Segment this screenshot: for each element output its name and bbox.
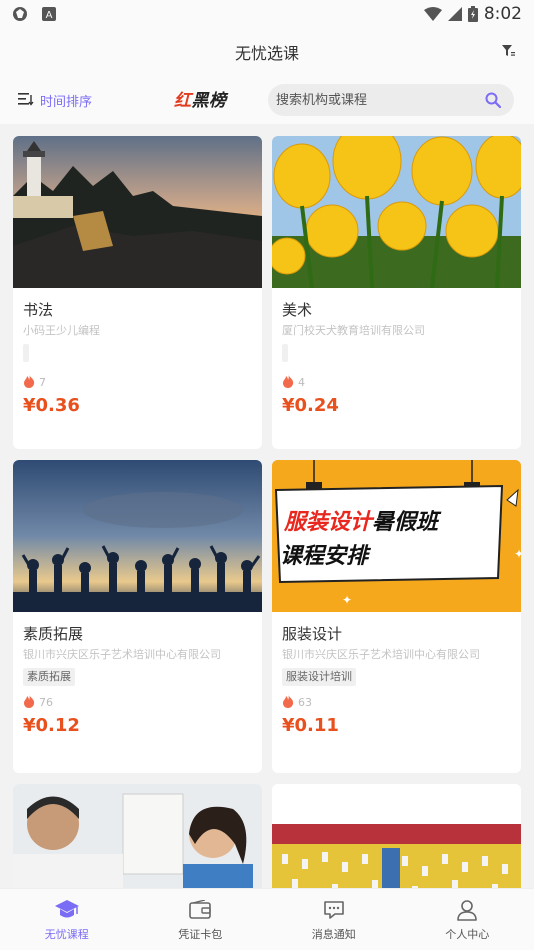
course-org: 银川市兴庆区乐子艺术培训中心有限公司 — [282, 648, 480, 661]
search-input[interactable] — [276, 84, 484, 116]
course-org: 银川市兴庆区乐子艺术培训中心有限公司 — [23, 648, 221, 661]
sort-label: 时间排序 — [40, 94, 93, 110]
fire-icon — [23, 373, 35, 392]
nav-item-courses[interactable]: 无忧课程 — [0, 889, 134, 950]
course-image-child-drawing — [13, 784, 262, 888]
heat-count: 4 — [298, 375, 305, 389]
bottom-nav: 无忧课程 凭证卡包 消息通知 个人中心 — [0, 888, 534, 950]
course-card[interactable] — [13, 784, 262, 888]
course-price: ¥0.24 — [282, 395, 339, 416]
course-title: 美术 — [282, 301, 313, 319]
heat-count: 76 — [39, 695, 53, 709]
course-tag: 素质拓展 — [23, 668, 75, 686]
nav-item-profile[interactable]: 个人中心 — [401, 889, 534, 950]
course-title: 服装设计 — [282, 625, 343, 643]
course-tag — [23, 344, 29, 362]
course-image-silhouettes — [13, 460, 262, 612]
svg-text:A: A — [46, 10, 53, 21]
toolbar: 时间排序 红黑榜 — [0, 76, 534, 124]
course-price: ¥0.11 — [282, 715, 339, 736]
status-time: 8:02 — [483, 4, 522, 24]
wallet-icon — [187, 898, 213, 922]
page-title: 无忧选课 — [234, 44, 299, 63]
course-card[interactable]: ✦ ✦ 服装设计暑假班 课程安排 服装设计 银川市兴庆区乐子艺术培训中心有限公司… — [272, 460, 521, 773]
user-icon — [454, 898, 480, 922]
heat-indicator: 4 — [282, 373, 511, 392]
wifi-icon — [423, 7, 442, 21]
sort-icon — [18, 91, 34, 110]
course-tag: 服装设计培训 — [282, 668, 356, 686]
course-tag — [282, 344, 288, 362]
course-org: 厦门校天犬教育培训有限公司 — [282, 324, 425, 337]
banner-line-1: 服装设计暑假班 — [284, 510, 439, 535]
heat-indicator: 7 — [23, 373, 252, 392]
message-icon — [321, 898, 347, 922]
filter-icon — [501, 43, 515, 62]
nav-item-wallet[interactable]: 凭证卡包 — [134, 889, 268, 950]
signal-icon — [447, 7, 462, 21]
course-image-gymnasium — [272, 784, 521, 888]
heat-indicator: 76 — [23, 693, 252, 712]
filter-button[interactable] — [498, 42, 518, 62]
status-bar: A 8:02 — [0, 0, 534, 28]
app-icon — [12, 6, 28, 22]
course-card[interactable]: 书法 小码王少儿编程 7 ¥0.36 — [13, 136, 262, 449]
heat-count: 63 — [298, 695, 312, 709]
battery-icon — [467, 6, 478, 22]
search-box[interactable] — [268, 84, 514, 116]
heat-indicator: 63 — [282, 693, 511, 712]
svg-text:✦: ✦ — [342, 593, 352, 607]
course-card[interactable] — [272, 784, 521, 888]
course-card[interactable]: 美术 厦门校天犬教育培训有限公司 4 ¥0.24 — [272, 136, 521, 449]
course-grid: 书法 小码王少儿编程 7 ¥0.36 美术 厦门校天犬教育培训有限公司 4 ¥0… — [0, 124, 534, 888]
search-icon[interactable] — [484, 91, 502, 109]
course-org: 小码王少儿编程 — [23, 324, 100, 337]
nav-label: 个人中心 — [445, 927, 490, 941]
sort-button[interactable]: 时间排序 — [18, 88, 92, 112]
title-bar: 无忧选课 — [0, 28, 534, 76]
course-image-lighthouse — [13, 136, 262, 288]
fire-icon — [282, 373, 294, 392]
course-image-tulips — [272, 136, 521, 288]
course-title: 书法 — [23, 301, 54, 319]
nav-label: 凭证卡包 — [178, 927, 223, 941]
nav-label: 消息通知 — [311, 927, 356, 941]
course-card[interactable]: 素质拓展 银川市兴庆区乐子艺术培训中心有限公司 素质拓展 76 ¥0.12 — [13, 460, 262, 773]
course-price: ¥0.36 — [23, 395, 80, 416]
fire-icon — [23, 693, 35, 712]
course-price: ¥0.12 — [23, 715, 80, 736]
fire-icon — [282, 693, 294, 712]
course-title: 素质拓展 — [23, 625, 84, 643]
svg-text:✦: ✦ — [514, 547, 521, 561]
a-icon: A — [42, 7, 56, 21]
course-image-banner: ✦ ✦ 服装设计暑假班 课程安排 — [272, 460, 521, 612]
heat-count: 7 — [39, 375, 46, 389]
graduation-cap-icon — [54, 898, 80, 922]
banner-line-2: 课程安排 — [280, 544, 369, 569]
nav-label: 无忧课程 — [44, 927, 89, 941]
brand-logo: 红黑榜 — [174, 91, 227, 111]
nav-item-messages[interactable]: 消息通知 — [267, 889, 401, 950]
